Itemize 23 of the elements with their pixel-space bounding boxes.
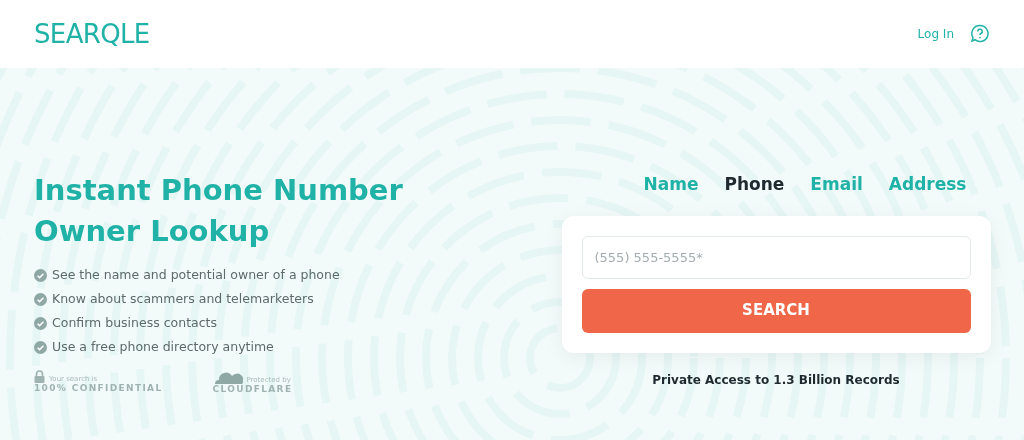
- check-icon: [34, 340, 47, 354]
- check-icon: [34, 268, 47, 282]
- search-tab[interactable]: Address: [888, 172, 967, 198]
- help-icon[interactable]: [970, 24, 990, 44]
- check-icon: [34, 316, 47, 330]
- search-tab[interactable]: Phone: [724, 172, 785, 198]
- login-link[interactable]: Log In: [917, 25, 954, 43]
- cloud-icon: [212, 370, 243, 384]
- feature-text: Confirm business contacts: [52, 314, 217, 332]
- lock-icon: [34, 370, 45, 383]
- logo[interactable]: SEARQLE: [34, 14, 150, 54]
- feature-text: See the name and potential owner of a phone: [52, 266, 340, 284]
- badge-title: 100% CONFIDENTIAL: [34, 383, 163, 395]
- search-tab[interactable]: Name: [643, 172, 699, 198]
- phone-input[interactable]: (555) 555-5555*: [581, 235, 971, 279]
- search-button[interactable]: SEARCH: [581, 288, 971, 333]
- check-icon: [34, 292, 47, 306]
- hero-title: Instant Phone Number Owner Lookup: [34, 172, 404, 250]
- feature-text: Use a free phone directory anytime: [52, 338, 274, 356]
- search-tab[interactable]: Email: [810, 172, 863, 198]
- badge-title: CLOUDFLARE: [212, 384, 293, 396]
- feature-text: Know about scammers and telemarketers: [52, 290, 314, 308]
- records-note: Private Access to 1.3 Billion Records: [652, 371, 900, 389]
